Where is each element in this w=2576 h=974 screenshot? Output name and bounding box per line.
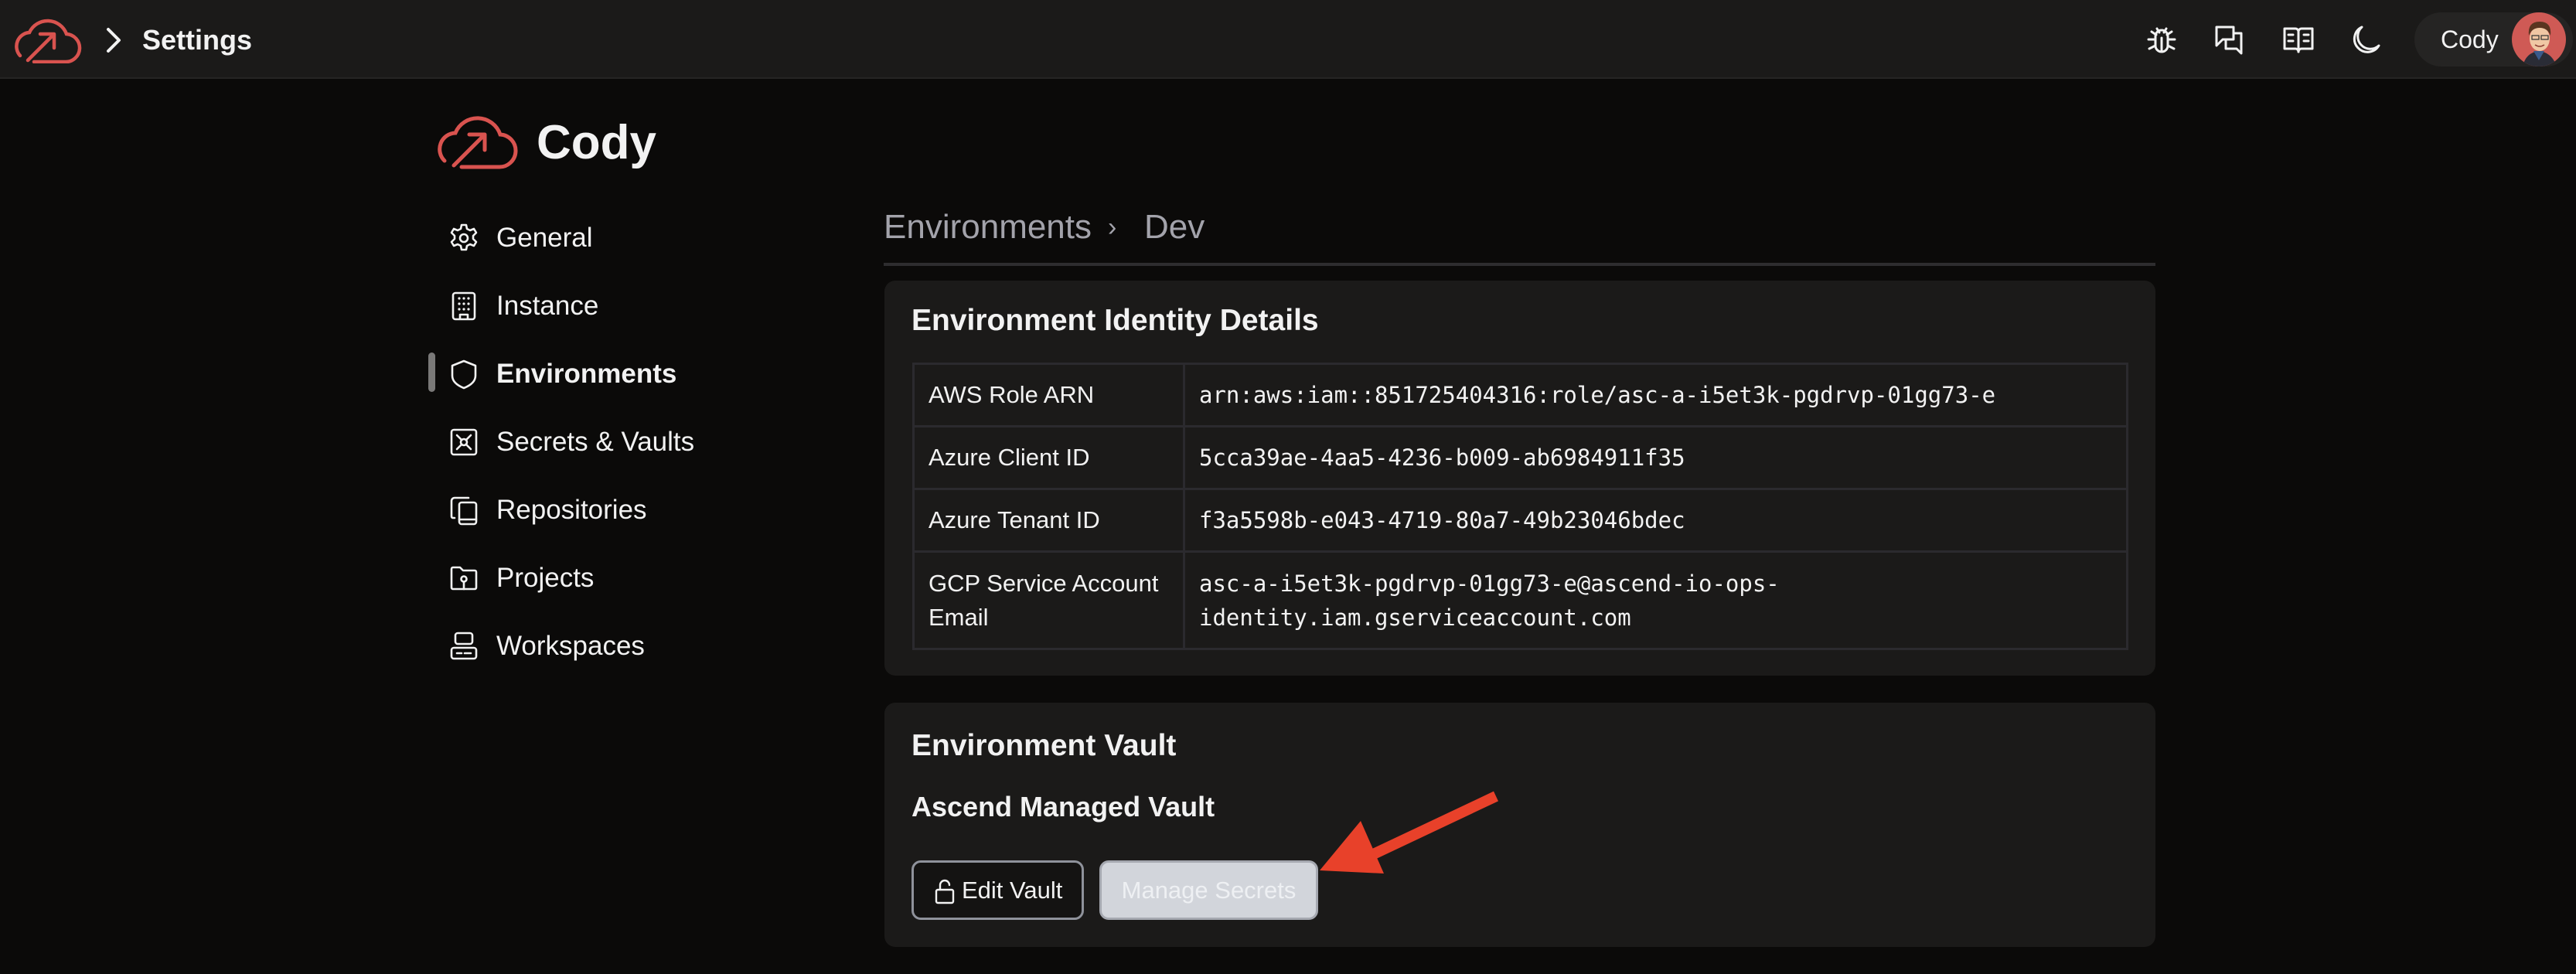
repositories-icon [450, 496, 478, 526]
vault-icon [450, 428, 478, 456]
identity-value[interactable]: arn:aws:iam::851725404316:role/asc-a-i5e… [1183, 363, 2128, 427]
breadcrumb-separator-icon: › [1108, 213, 1117, 242]
sidebar-item-label: Instance [496, 291, 599, 321]
table-row: AWS Role ARN arn:aws:iam::851725404316:r… [912, 363, 2128, 427]
environment-vault-title: Environment Vault [911, 729, 1177, 762]
manage-secrets-button[interactable]: Manage Secrets [1099, 860, 1318, 920]
report-bug-button[interactable] [2144, 22, 2179, 58]
sidebar-item-label: Workspaces [496, 631, 645, 661]
sidebar-item-instance[interactable]: Instance [448, 281, 727, 328]
sidebar-item-label: Repositories [496, 495, 647, 525]
sidebar-item-label: General [496, 223, 593, 253]
ascend-logo-icon[interactable] [11, 17, 82, 63]
moon-icon [2353, 26, 2380, 53]
breadcrumb-current: Dev [1144, 208, 1205, 246]
vault-type-label: Ascend Managed Vault [911, 791, 1215, 822]
top-bar: Settings Cody [0, 0, 2576, 79]
book-open-icon [2283, 27, 2314, 53]
folder-key-icon [450, 566, 478, 591]
edit-vault-button[interactable]: Edit Vault [911, 860, 1084, 920]
gear-icon [450, 223, 478, 251]
sidebar-item-environments[interactable]: Environments [448, 349, 727, 396]
identity-details-panel: Environment Identity Details AWS Role AR… [884, 281, 2155, 676]
identity-value[interactable]: 5cca39ae-4aa5-4236-b009-ab6984911f35 [1183, 425, 2128, 490]
org-logo-icon [438, 116, 518, 169]
identity-value[interactable]: f3a5598b-e043-4719-80a7-49b23046bdec [1183, 488, 2128, 553]
chat-bubbles-icon [2215, 26, 2243, 55]
edit-vault-label: Edit Vault [962, 877, 1063, 904]
feedback-button[interactable] [2212, 22, 2247, 58]
identity-key: GCP Service Account Email [912, 550, 1185, 650]
sidebar-item-projects[interactable]: Projects [448, 553, 727, 600]
building-icon [451, 291, 476, 321]
active-nav-indicator [428, 352, 435, 392]
breadcrumb-environments-link[interactable]: Environments [884, 206, 1092, 249]
page-title: Settings [142, 24, 253, 56]
user-menu-button[interactable]: Cody [2414, 12, 2573, 66]
avatar-illustration-icon [2523, 22, 2557, 66]
identity-details-title: Environment Identity Details [911, 304, 1319, 337]
breadcrumb-divider [884, 263, 2155, 266]
shield-icon [451, 359, 477, 390]
docs-button[interactable] [2281, 22, 2316, 58]
sidebar-item-repositories[interactable]: Repositories [448, 485, 727, 532]
table-row: Azure Tenant ID f3a5598b-e043-4719-80a7-… [912, 488, 2128, 553]
theme-toggle-button[interactable] [2348, 22, 2383, 58]
chevron-right-icon [107, 28, 121, 53]
workspaces-icon [450, 632, 478, 660]
sidebar-item-general[interactable]: General [448, 213, 727, 260]
identity-key: AWS Role ARN [912, 363, 1185, 427]
org-name: Cody [537, 116, 656, 169]
environment-vault-panel: Environment Vault Ascend Managed Vault E… [884, 703, 2155, 947]
sidebar-item-label: Secrets & Vaults [496, 427, 695, 457]
sidebar-item-secrets-vaults[interactable]: Secrets & Vaults [448, 417, 727, 464]
identity-value[interactable]: asc-a-i5et3k-pgdrvp-01gg73-e@ascend-io-o… [1183, 550, 2128, 650]
identity-key: Azure Tenant ID [912, 488, 1185, 553]
table-row: Azure Client ID 5cca39ae-4aa5-4236-b009-… [912, 425, 2128, 490]
avatar [2512, 12, 2566, 66]
bug-icon [2147, 27, 2176, 53]
unlock-icon [935, 879, 955, 904]
identity-details-table: AWS Role ARN arn:aws:iam::851725404316:r… [912, 363, 2128, 650]
sidebar-item-workspaces[interactable]: Workspaces [448, 622, 727, 668]
sidebar-item-label: Projects [496, 563, 595, 593]
sidebar-item-label: Environments [496, 359, 677, 389]
identity-key: Azure Client ID [912, 425, 1185, 490]
user-name: Cody [2441, 26, 2499, 53]
table-row: GCP Service Account Email asc-a-i5et3k-p… [912, 550, 2128, 650]
